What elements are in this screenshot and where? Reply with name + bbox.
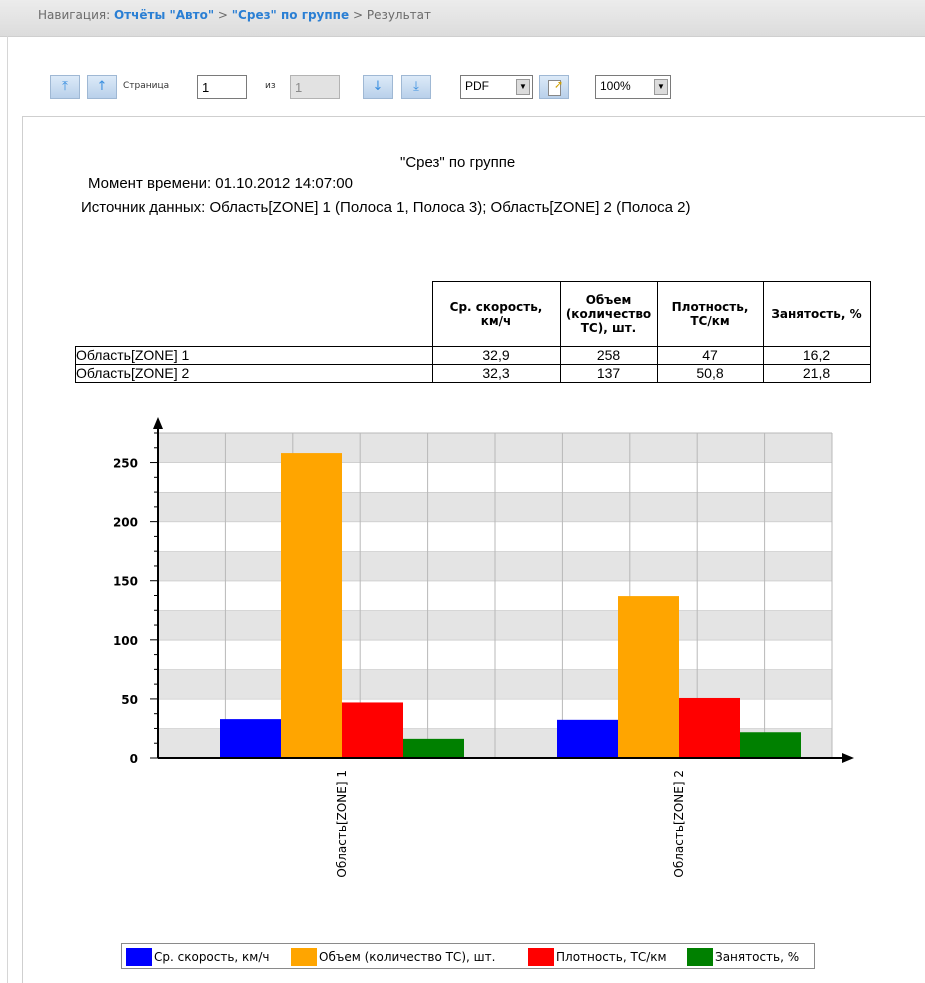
bar-1-1 bbox=[220, 719, 281, 758]
last-page-button[interactable]: ⤓ bbox=[401, 75, 431, 99]
bar-4-2 bbox=[740, 732, 801, 758]
chevron-down-icon: ▼ bbox=[516, 79, 530, 95]
legend-swatch bbox=[687, 948, 713, 966]
cell-volume: 258 bbox=[559, 346, 658, 365]
breadcrumb-separator: > bbox=[217, 8, 228, 22]
page-label: Страница bbox=[123, 81, 170, 91]
legend-swatch bbox=[291, 948, 317, 966]
cell-density: 50,8 bbox=[656, 364, 764, 383]
y-tick-label: 0 bbox=[130, 752, 138, 766]
report-time-line: Момент времени: 01.10.2012 14:07:00 bbox=[88, 175, 353, 192]
bar-3-2 bbox=[679, 697, 740, 758]
bar-4-1 bbox=[403, 738, 464, 758]
bar-3-1 bbox=[342, 702, 403, 758]
breadcrumb: Навигация: Отчёты "Авто" > "Срез" по гру… bbox=[38, 8, 431, 22]
source-value: Область[ZONE] 1 (Полоса 1, Полоса 3); Об… bbox=[209, 199, 691, 216]
results-table: Ср. скорость, км/ч Объем (количество ТС), ш… bbox=[75, 281, 871, 383]
legend-swatch bbox=[528, 948, 554, 966]
y-tick-label: 100 bbox=[113, 634, 138, 648]
table-header-row: Ср. скорость, км/ч Объем (количество ТС), ш… bbox=[75, 281, 871, 347]
x-tick-label: Область[ZONE] 2 bbox=[672, 770, 686, 878]
first-page-button[interactable]: ⤒ bbox=[50, 75, 80, 99]
x-tick-label: Область[ZONE] 1 bbox=[335, 770, 349, 878]
total-pages-field bbox=[290, 75, 340, 99]
time-label: Момент времени: bbox=[88, 175, 212, 192]
legend-label: Занятость, % bbox=[715, 950, 800, 964]
cell-volume: 137 bbox=[559, 364, 658, 383]
bar-1-2 bbox=[557, 719, 618, 758]
zoom-select[interactable]: 100% ▼ bbox=[595, 75, 671, 99]
export-button[interactable]: ➚ bbox=[539, 75, 569, 99]
chart-legend: Ср. скорость, км/ч Объем (количество ТС)… bbox=[121, 943, 815, 969]
first-page-icon: ⤒ bbox=[62, 79, 68, 94]
cell-speed: 32,3 bbox=[431, 364, 561, 383]
row-name: Область[ZONE] 2 bbox=[75, 364, 433, 383]
bar-2-1 bbox=[281, 453, 342, 758]
top-bar: Навигация: Отчёты "Авто" > "Срез" по гру… bbox=[0, 0, 925, 37]
x-axis-arrow bbox=[842, 753, 854, 763]
report-title: "Срез" по группе bbox=[400, 154, 516, 171]
y-axis-arrow bbox=[153, 417, 163, 429]
legend-label: Плотность, ТС/км bbox=[556, 950, 667, 964]
breadcrumb-link-reports-auto[interactable]: Отчёты "Авто" bbox=[114, 8, 214, 22]
zoom-value: 100% bbox=[600, 79, 631, 93]
y-tick-label: 200 bbox=[113, 516, 138, 530]
prev-page-icon: ↑ bbox=[96, 79, 108, 94]
breadcrumb-current: Результат bbox=[366, 8, 432, 22]
y-tick-label: 150 bbox=[113, 575, 138, 589]
prev-page-button[interactable]: ↑ bbox=[87, 75, 117, 99]
cell-density: 47 bbox=[656, 346, 764, 365]
of-label: из bbox=[265, 81, 276, 91]
y-tick-label: 50 bbox=[121, 693, 138, 707]
table-header-speed: Ср. скорость, км/ч bbox=[431, 281, 561, 347]
next-page-button[interactable]: ↓ bbox=[363, 75, 393, 99]
breadcrumb-prefix: Навигация: bbox=[38, 8, 111, 22]
cell-occupancy: 21,8 bbox=[762, 364, 871, 383]
page-number-input[interactable] bbox=[197, 75, 247, 99]
time-value: 01.10.2012 14:07:00 bbox=[215, 175, 353, 192]
breadcrumb-separator: > bbox=[352, 8, 363, 22]
last-page-icon: ⤓ bbox=[413, 79, 419, 94]
report-source-line: Источник данных: Область[ZONE] 1 (Полоса… bbox=[81, 199, 690, 216]
y-tick-label: 250 bbox=[113, 457, 138, 471]
source-label: Источник данных: bbox=[81, 199, 206, 216]
table-row: Область[ZONE] 2 32,3 137 50,8 21,8 bbox=[75, 364, 871, 383]
legend-label: Объем (количество ТС), шт. bbox=[319, 950, 496, 964]
table-header-blank bbox=[75, 281, 432, 347]
legend-label: Ср. скорость, км/ч bbox=[154, 950, 270, 964]
export-format-select[interactable]: PDF ▼ bbox=[460, 75, 533, 99]
report-frame-top bbox=[22, 116, 925, 117]
cell-speed: 32,9 bbox=[431, 346, 561, 365]
export-format-value: PDF bbox=[465, 79, 489, 93]
table-header-density: Плотность, ТС/км bbox=[656, 281, 764, 347]
table-header-occupancy: Занятость, % bbox=[762, 281, 871, 347]
row-name: Область[ZONE] 1 bbox=[75, 346, 433, 365]
bar-2-2 bbox=[618, 596, 679, 758]
frame-divider bbox=[7, 36, 8, 983]
cell-occupancy: 16,2 bbox=[762, 346, 871, 365]
table-header-volume: Объем (количество ТС), шт. bbox=[559, 281, 658, 347]
report-frame-left bbox=[22, 116, 23, 983]
table-row: Область[ZONE] 1 32,9 258 47 16,2 bbox=[75, 346, 871, 365]
next-page-icon: ↓ bbox=[372, 79, 384, 94]
legend-swatch bbox=[126, 948, 152, 966]
chevron-down-icon: ▼ bbox=[654, 79, 668, 95]
breadcrumb-link-group-slice[interactable]: "Срез" по группе bbox=[232, 8, 349, 22]
bar-chart: Область[ZONE] 1 Область[ZONE] 2 0 50 100 150 2… bbox=[113, 417, 854, 878]
